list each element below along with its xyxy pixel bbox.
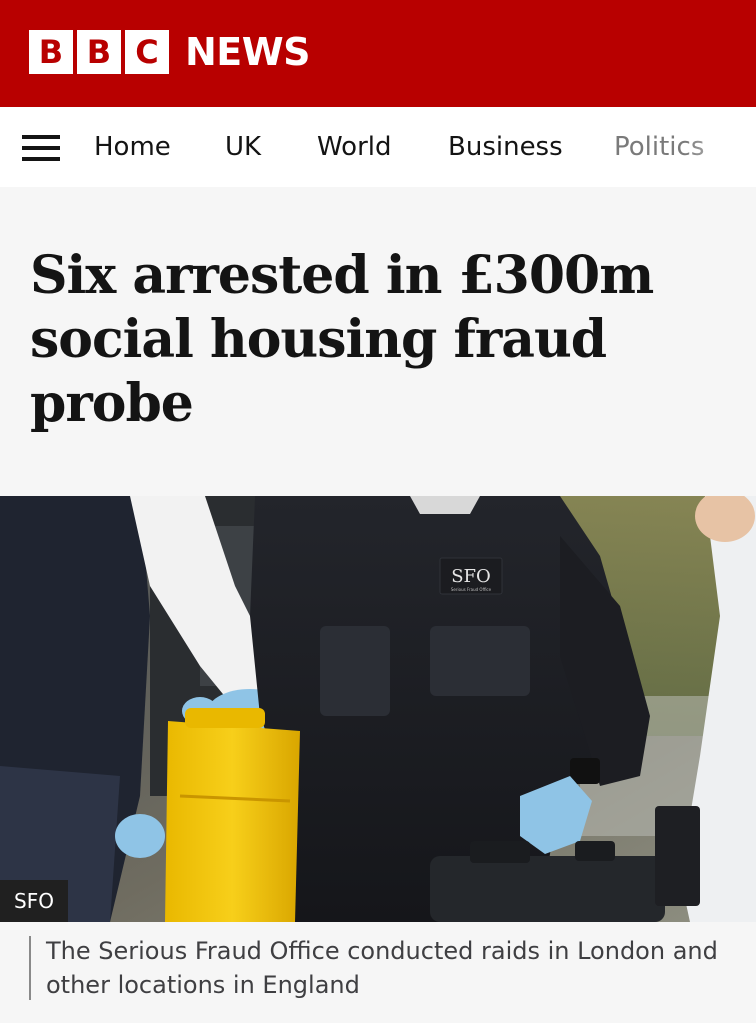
- masthead: B B C NEWS: [0, 0, 756, 107]
- nav-item-world[interactable]: World: [317, 107, 392, 187]
- nav-item-politics[interactable]: Politics: [614, 107, 704, 187]
- hamburger-menu-icon[interactable]: [22, 135, 60, 161]
- article-headline: Six arrested in £300m social housing fra…: [30, 245, 654, 434]
- image-caption-block: The Serious Fraud Office conducted raids…: [0, 922, 756, 1023]
- nav-item-home[interactable]: Home: [94, 107, 171, 187]
- hero-photo-illustration: SFO Serious Fraud Office: [0, 496, 756, 922]
- nav-bar: Home UK World Business Politics: [0, 107, 756, 187]
- nav-item-business[interactable]: Business: [448, 107, 563, 187]
- logo-block-b1: B: [29, 30, 73, 74]
- nav-item-uk[interactable]: UK: [225, 107, 261, 187]
- vest-badge-subtext: Serious Fraud Office: [451, 587, 492, 592]
- logo-word-news: NEWS: [185, 30, 311, 74]
- logo-block-b2: B: [77, 30, 121, 74]
- vest-badge-text: SFO: [451, 566, 491, 587]
- hero-image: SFO Serious Fraud Office SFO: [0, 496, 756, 922]
- bbc-news-logo[interactable]: B B C NEWS: [29, 30, 311, 74]
- image-credit-badge: SFO: [0, 880, 68, 922]
- caption-divider: [29, 936, 31, 1000]
- logo-block-c: C: [125, 30, 169, 74]
- image-caption: The Serious Fraud Office conducted raids…: [46, 937, 718, 999]
